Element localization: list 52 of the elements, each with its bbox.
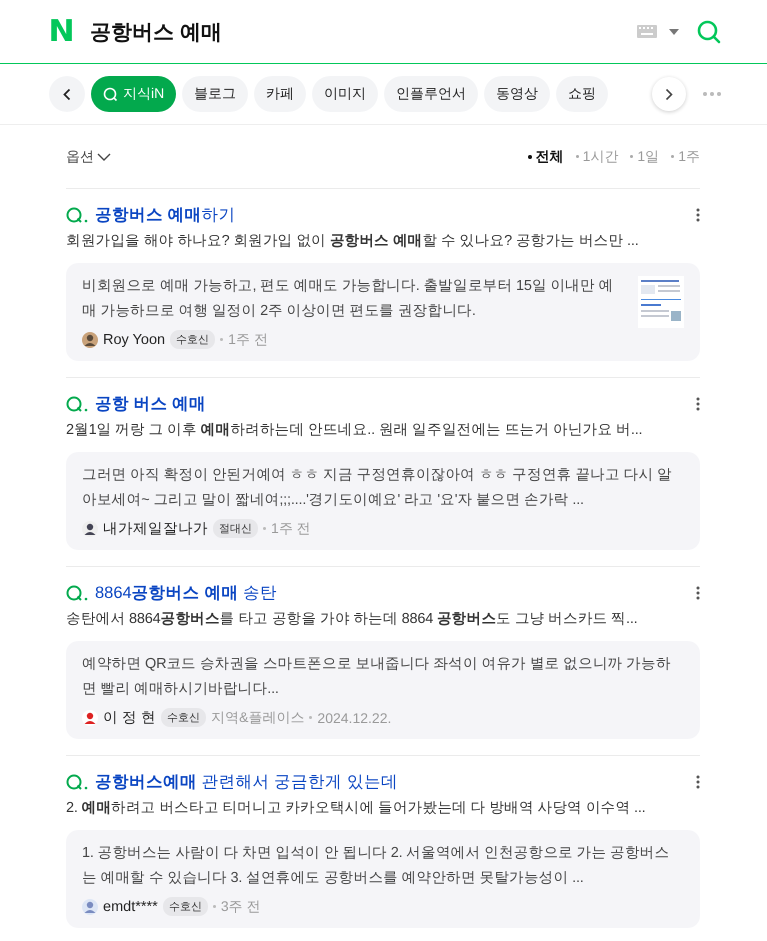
category-tab[interactable]: 이미지 [312, 76, 378, 112]
options-dropdown[interactable]: 옵션 [66, 148, 516, 166]
author-name[interactable]: Roy Yoon [103, 332, 166, 348]
chevron-right-icon [665, 88, 673, 100]
post-time: 1주 전 [271, 520, 311, 538]
result-snippet: 2. 예매하려고 버스타고 티머니고 카카오택시에 들어가봤는데 다 방배역 사당역 이수역 ... [66, 799, 646, 817]
result-snippet: 송탄에서 8864공항버스를 타고 공항을 가야 하는데 8864 공항버스도 그냥 버스카드 찍... [66, 610, 639, 628]
result-title[interactable]: 공항 버스 예매 [95, 393, 689, 415]
source-label: 지역&플레이스 [211, 708, 304, 726]
more-options-icon[interactable] [696, 586, 700, 600]
next-button[interactable] [652, 77, 686, 111]
answer-text: 예약하면 QR코드 승차권을 스마트폰으로 보내줍니다 좌석이 여유가 별로 없으니까 가능하면 빨리 예매하시기바랍니다... [82, 655, 672, 699]
answer-text: 비회원으로 예매 가능하고, 편도 예매도 가능합니다. 출발일로부터 15일 이내만 예매 가능하므로 여행 일정이 2주 이상이면 편도를 권장합니다. [82, 277, 614, 321]
post-time: 2024.12.22. [317, 710, 392, 726]
question-icon [66, 396, 88, 412]
rank-badge: 수호신 [170, 330, 216, 349]
search-query[interactable]: 공항버스 예매 [90, 18, 637, 46]
question-icon [66, 585, 88, 601]
post-time: 3주 전 [220, 898, 260, 916]
search-icon [103, 86, 118, 102]
author-name[interactable]: 이 정 현 [103, 708, 156, 727]
answer-card[interactable]: 비회원으로 예매 가능하고, 편도 예매도 가능합니다. 출발일로부터 15일 이내만 예매 가능하므로 여행 일정이 2주 이상이면 편도를 권장합니다. Roy Yoon 수호신 1주 전 [66, 263, 700, 361]
category-tab[interactable]: 카페 [254, 76, 306, 112]
more-options-icon[interactable] [696, 775, 700, 789]
period-filter[interactable]: 전체 [528, 148, 564, 166]
result-snippet: 2월1일 꺼랑 그 이후 예매하려하는데 안뜨네요.. 원래 일주일전에는 뜨는거 아닌가요 버... [66, 421, 644, 439]
answer-card[interactable]: 1. 공항버스는 사람이 다 차면 입석이 안 됩니다 2. 서울역에서 인천공항으로 가는 공항버스는 예매할 수 있습니다 3. 설연휴에도 공항버스를 예약안하면 못탈가능성이 ... emdt**** 수호신 3주 전 [66, 830, 700, 928]
category-tab[interactable]: 블로그 [182, 76, 248, 112]
chevron-left-icon [63, 88, 71, 100]
question-icon [66, 774, 88, 790]
answer-text: 그러면 아직 확정이 안된거예여 ㅎㅎ 지금 구정연휴이잖아여 ㅎㅎ 구정연휴 끝나고 다시 알아보세여~ 그리고 말이 짧네여;;;....'경기도이예요' 라고 '요'자 붙으면 손가락 ... [82, 466, 673, 510]
answer-text: 1. 공항버스는 사람이 다 차면 입석이 안 됩니다 2. 서울역에서 인천공항으로 가는 공항버스는 예매할 수 있습니다 3. 설연휴에도 공항버스를 예약안하면 못탈가능성이 ... [82, 844, 670, 888]
caret-icon[interactable] [669, 28, 679, 34]
author-name[interactable]: 내가제일잘나가 [103, 519, 208, 538]
rank-badge: 절대신 [213, 519, 258, 538]
result-title[interactable]: 공항버스 예매하기 [95, 204, 689, 226]
category-tab[interactable]: 인플루언서 [384, 76, 478, 112]
more-options-icon[interactable] [696, 397, 700, 411]
answer-card[interactable]: 예약하면 QR코드 승차권을 스마트폰으로 보내줍니다 좌석이 여유가 별로 없으니까 가능하면 빨리 예매하시기바랍니다... 이 정 현 수호신 지역&플레이스 2024.12.22. [66, 641, 700, 739]
answer-card[interactable]: 그러면 아직 확정이 안된거예여 ㅎㅎ 지금 구정연휴이잖아여 ㅎㅎ 구정연휴 끝나고 다시 알아보세여~ 그리고 말이 짧네여;;;....'경기도이예요' 라고 '요'자 붙으면 손가락 ... 내가제일잘나가 절대신 1주 전 [66, 452, 700, 550]
result-title[interactable]: 8864공항버스 예매 송탄 [95, 582, 689, 604]
rank-badge: 수호신 [161, 708, 206, 727]
chevron-down-icon [97, 152, 111, 160]
question-icon [66, 207, 88, 223]
more-options-icon[interactable] [696, 208, 700, 222]
result-title[interactable]: 공항버스예매 관련해서 궁금한게 있는데 [95, 771, 689, 793]
category-tab[interactable]: 쇼핑 [556, 76, 608, 112]
author-name[interactable]: emdt**** [103, 898, 158, 914]
result-snippet: 회원가입을 해야 하나요? 회원가입 없이 공항버스 예매할 수 있나요? 공항가는 버스만 ... [66, 232, 640, 250]
post-time: 1주 전 [228, 330, 268, 348]
category-tab[interactable]: 동영상 [484, 76, 550, 112]
rank-badge: 수호신 [162, 897, 208, 916]
